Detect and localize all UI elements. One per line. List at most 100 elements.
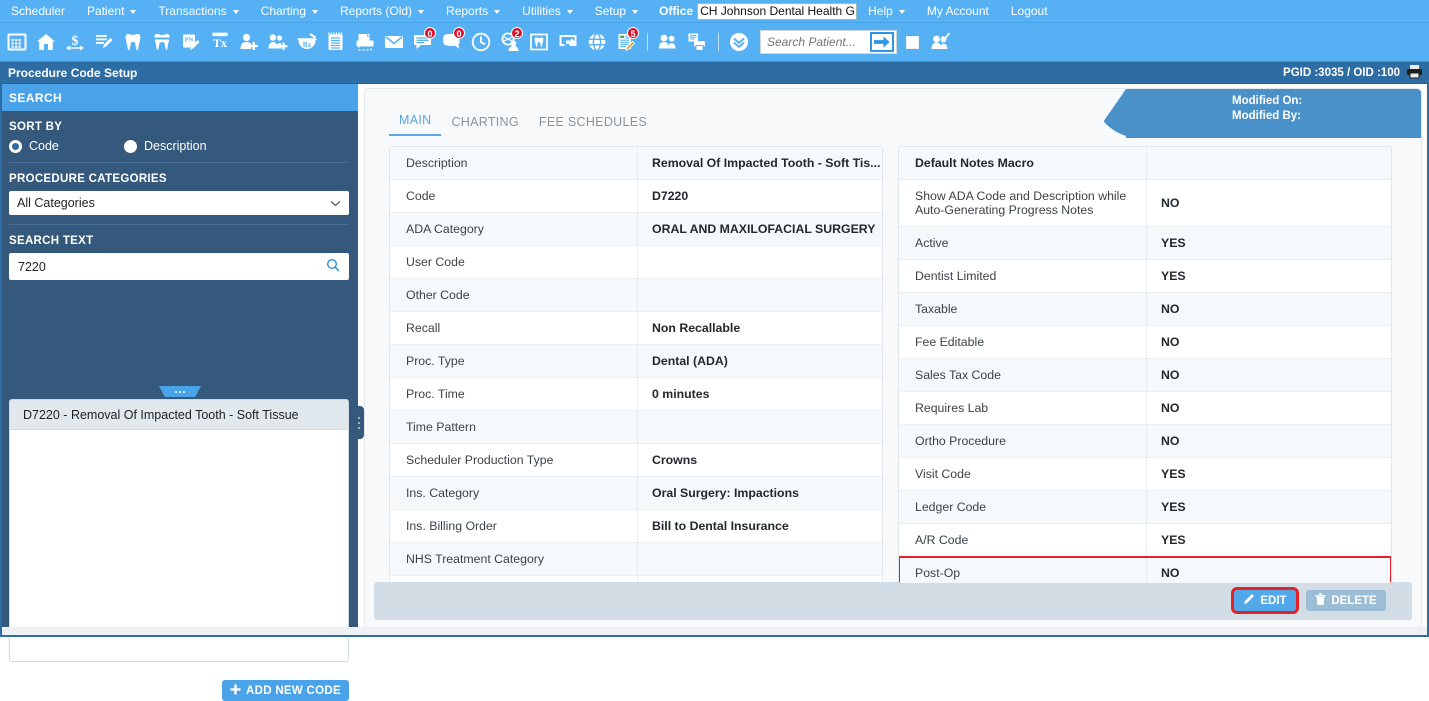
table-row[interactable]: User Code: [390, 246, 882, 279]
table-row[interactable]: Proc. Time0 minutes: [390, 378, 882, 411]
table-row[interactable]: TaxableNO: [899, 293, 1391, 326]
screen-export-icon[interactable]: [554, 27, 581, 57]
notepad-icon[interactable]: [322, 27, 349, 57]
table-row[interactable]: Show ADA Code and Description while Auto…: [899, 180, 1391, 227]
magnifier-icon[interactable]: [326, 258, 340, 275]
arrow-right-icon[interactable]: [870, 32, 894, 52]
add-new-code-button[interactable]: ADD NEW CODE: [222, 680, 349, 701]
table-row[interactable]: A/R CodeYES: [899, 524, 1391, 557]
home-icon[interactable]: [32, 27, 59, 57]
search-text-value: 7220: [18, 260, 46, 274]
table-row-key: Taxable: [899, 293, 1147, 325]
table-row[interactable]: Ledger CodeYES: [899, 491, 1391, 524]
toolbar-checkbox[interactable]: [906, 36, 919, 49]
pencil-icon: [1243, 593, 1255, 608]
tab-charting[interactable]: CHARTING: [441, 115, 528, 136]
toolbar-separator: [718, 33, 719, 51]
menu-item-my-account[interactable]: My Account: [916, 0, 1000, 23]
table-row[interactable]: Ins. CategoryOral Surgery: Impactions: [390, 477, 882, 510]
svg-text:Rx: Rx: [302, 41, 311, 49]
search-text-input[interactable]: 7220: [9, 253, 349, 280]
table-row[interactable]: DescriptionRemoval Of Impacted Tooth - S…: [390, 147, 882, 180]
table-row[interactable]: Sales Tax CodeNO: [899, 359, 1391, 392]
edit-button[interactable]: EDIT: [1234, 590, 1296, 611]
table-row-key: Proc. Time: [390, 378, 638, 410]
treatment-plan-icon[interactable]: [90, 27, 117, 57]
chat-icon[interactable]: 0: [438, 27, 465, 57]
menu-item-reports-old[interactable]: Reports (Old): [329, 0, 435, 23]
table-row-value: NO: [1147, 425, 1391, 457]
table-row[interactable]: Post-OpNO: [899, 557, 1391, 584]
table-row[interactable]: CodeD7220: [390, 180, 882, 213]
prescription-icon[interactable]: Rx: [293, 27, 320, 57]
add-family-icon[interactable]: [264, 27, 291, 57]
table-row[interactable]: Ins. Billing OrderBill to Dental Insuran…: [390, 510, 882, 543]
table-row[interactable]: Dentist LimitedYES: [899, 260, 1391, 293]
menu-item-logout[interactable]: Logout: [1000, 0, 1059, 23]
table-row[interactable]: ADA CategoryORAL AND MAXILOFACIAL SURGER…: [390, 213, 882, 246]
table-row[interactable]: Fee EditableNO: [899, 326, 1391, 359]
tab-fee-schedules[interactable]: FEE SCHEDULES: [529, 115, 657, 136]
tooth-chart-icon[interactable]: [525, 27, 552, 57]
table-row[interactable]: Default Notes Macro: [899, 147, 1391, 180]
menu-item-transactions[interactable]: Transactions: [147, 0, 249, 23]
tooth-icon[interactable]: [119, 27, 146, 57]
table-row[interactable]: Time Pattern: [390, 411, 882, 444]
table-row[interactable]: Visit CodeYES: [899, 458, 1391, 491]
batch-print-icon[interactable]: [683, 27, 710, 57]
table-row-key: Other Code: [390, 279, 638, 311]
procedure-categories-select[interactable]: All Categories: [9, 191, 349, 215]
caret-down-icon: [418, 10, 424, 14]
tab-main[interactable]: MAIN: [389, 113, 441, 136]
table-row[interactable]: Ortho ProcedureNO: [899, 425, 1391, 458]
sidebar-collapse-tab[interactable]: [159, 386, 201, 397]
clock-icon[interactable]: [467, 27, 494, 57]
dollar-transfer-icon[interactable]: $: [61, 27, 88, 57]
table-row-value: Non Recallable: [638, 312, 882, 344]
table-row-key: A/R Code: [899, 524, 1147, 556]
message-icon[interactable]: 0: [409, 27, 436, 57]
sort-by-label: SORT BY: [0, 111, 358, 139]
envelope-icon[interactable]: [380, 27, 407, 57]
menu-item-utilities[interactable]: Utilities: [511, 0, 584, 23]
menu-item-scheduler[interactable]: Scheduler: [0, 0, 76, 23]
search-sidebar: SEARCH SORT BY Code Description PROCEDUR…: [0, 84, 358, 632]
globe-icon[interactable]: [583, 27, 610, 57]
table-row[interactable]: Other Code: [390, 279, 882, 312]
table-row[interactable]: RecallNon Recallable: [390, 312, 882, 345]
double-chevron-down-icon[interactable]: [725, 27, 752, 57]
office-input[interactable]: [697, 3, 857, 20]
table-row[interactable]: Requires LabNO: [899, 392, 1391, 425]
list-item[interactable]: D7220 - Removal Of Impacted Tooth - Soft…: [10, 400, 348, 430]
add-patient-icon[interactable]: [235, 27, 262, 57]
results-drag-handle[interactable]: [353, 406, 364, 439]
delete-button[interactable]: DELETE: [1306, 590, 1386, 611]
menu-item-patient[interactable]: Patient: [76, 0, 147, 23]
menu-item-help[interactable]: Help: [857, 0, 916, 23]
main-details-table-right: Default Notes MacroShow ADA Code and Des…: [898, 146, 1392, 584]
group-check-icon[interactable]: [926, 27, 953, 57]
table-row[interactable]: Proc. TypeDental (ADA): [390, 345, 882, 378]
menu-item-charting[interactable]: Charting: [250, 0, 329, 23]
modified-on-label: Modified On:: [1232, 94, 1421, 109]
menu-item-reports[interactable]: Reports: [435, 0, 511, 23]
radio-code-icon[interactable]: [9, 140, 22, 153]
print-icon[interactable]: [351, 27, 378, 57]
sort-by-code-option[interactable]: Code: [9, 139, 124, 153]
search-patient-input[interactable]: [765, 32, 870, 52]
menu-item-setup[interactable]: Setup: [584, 0, 649, 23]
calendar-icon[interactable]: [3, 27, 30, 57]
table-row-value: Dental (ADA): [638, 345, 882, 377]
perio-tooth-icon[interactable]: [148, 27, 175, 57]
edit-form-icon[interactable]: 5: [612, 27, 639, 57]
table-row[interactable]: Scheduler Production TypeCrowns: [390, 444, 882, 477]
table-row[interactable]: ActiveYES: [899, 227, 1391, 260]
group-icon[interactable]: [654, 27, 681, 57]
tx-icon[interactable]: Tx: [206, 27, 233, 57]
table-row[interactable]: NHS Treatment Category: [390, 543, 882, 576]
progress-notes-icon[interactable]: PN: [177, 27, 204, 57]
patient-search-icon[interactable]: 2: [496, 27, 523, 57]
sort-by-description-option[interactable]: Description: [124, 139, 207, 153]
printer-icon[interactable]: [1406, 64, 1423, 82]
radio-description-icon[interactable]: [124, 140, 137, 153]
